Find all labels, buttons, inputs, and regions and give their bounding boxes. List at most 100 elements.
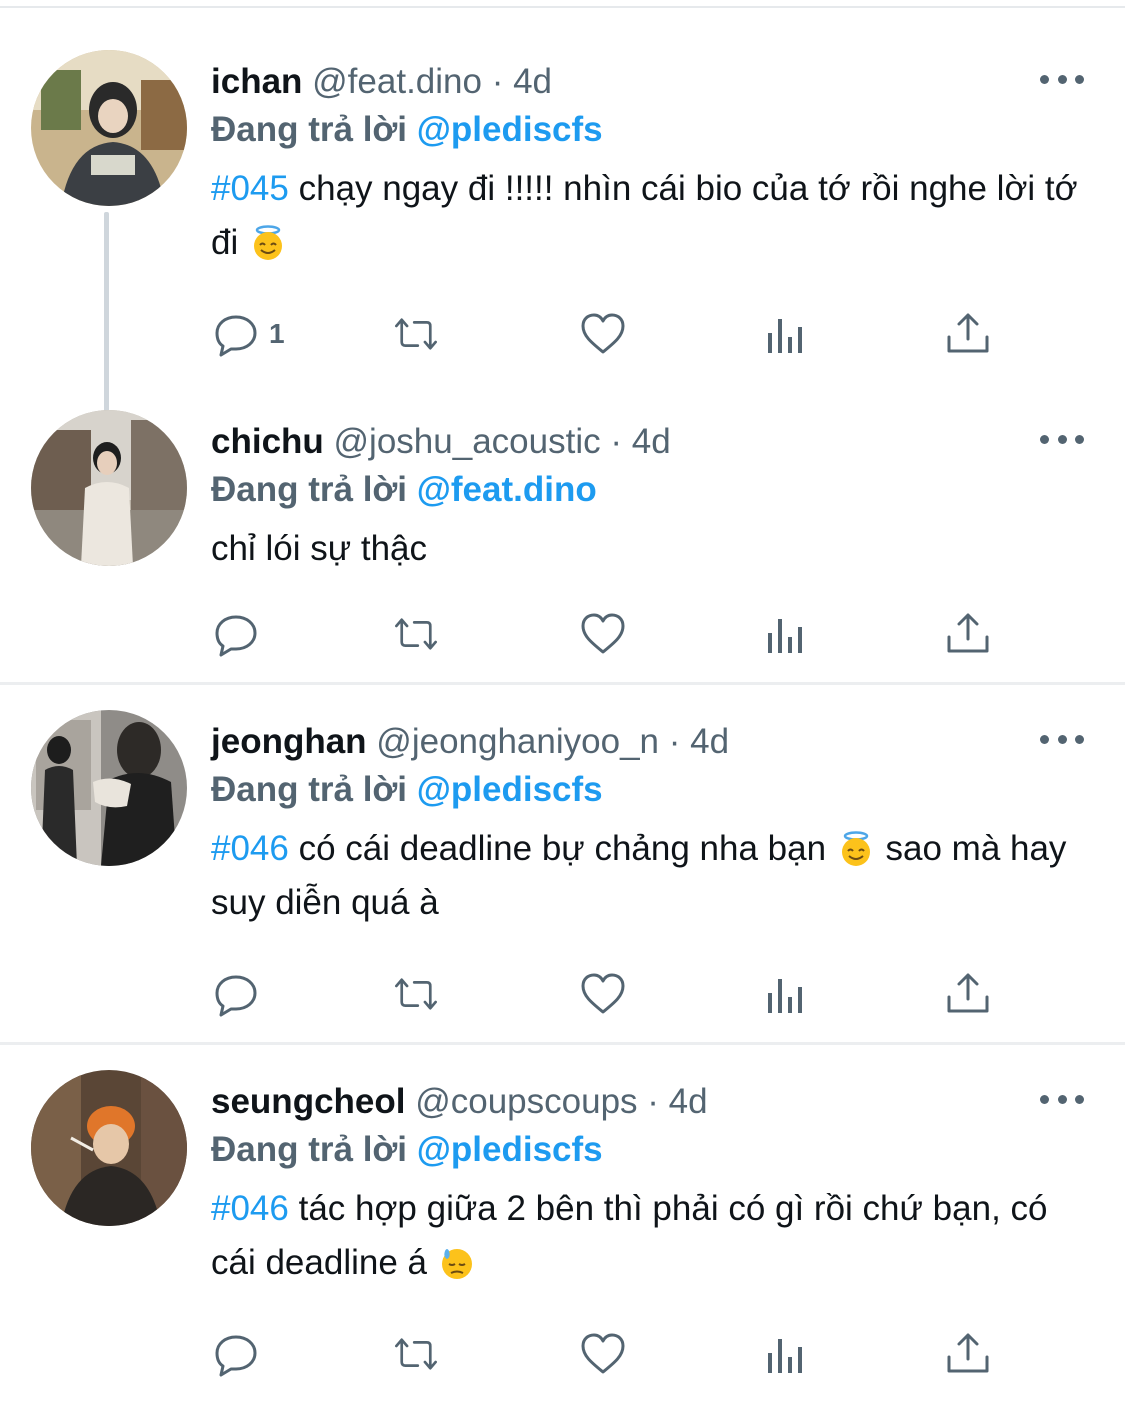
share-button[interactable] <box>943 1329 993 1379</box>
share-button[interactable] <box>943 969 993 1019</box>
top-border <box>0 0 1125 8</box>
share-icon <box>947 973 989 1013</box>
hashtag-link[interactable]: #046 <box>211 829 289 868</box>
avatar[interactable] <box>31 1070 187 1226</box>
like-button[interactable] <box>578 969 628 1019</box>
mention-link[interactable]: @plediscfs <box>417 110 603 149</box>
tweet-header: chichu @joshu_acoustic · 4d <box>211 420 671 464</box>
like-icon <box>581 1333 625 1374</box>
tweet-actions: 1 <box>211 309 1011 359</box>
separator: · <box>491 62 504 101</box>
reply-button[interactable] <box>211 1329 261 1379</box>
reply-icon <box>215 1335 257 1377</box>
reply-icon <box>215 315 257 357</box>
reply-button[interactable] <box>211 609 261 659</box>
tweet-divider <box>0 682 1125 685</box>
retweet-button[interactable] <box>391 309 441 359</box>
tweet[interactable]: jeonghan @jeonghaniyoo_n · 4d Đang trả l… <box>0 710 1125 1030</box>
replying-to-label: Đang trả lời <box>211 470 408 509</box>
like-icon <box>581 973 625 1014</box>
share-icon <box>947 1333 989 1373</box>
retweet-icon <box>395 978 437 1010</box>
like-button[interactable] <box>578 609 628 659</box>
more-icon[interactable] <box>1040 432 1084 446</box>
hashtag-link[interactable]: #045 <box>211 169 289 208</box>
reply-icon <box>215 615 257 657</box>
retweet-button[interactable] <box>391 1329 441 1379</box>
share-icon <box>947 613 989 653</box>
reply-button[interactable] <box>211 969 261 1019</box>
views-button[interactable] <box>763 309 813 359</box>
like-button[interactable] <box>578 309 628 359</box>
tweet-text-body: có cái deadline bự chảng nha bạn <box>288 829 836 868</box>
tweet-actions <box>211 969 1011 1019</box>
retweet-button[interactable] <box>391 609 441 659</box>
avatar[interactable] <box>31 410 187 566</box>
views-icon <box>768 319 802 353</box>
share-button[interactable] <box>943 609 993 659</box>
tweet-actions <box>211 1329 1011 1379</box>
display-name[interactable]: ichan <box>211 62 302 101</box>
replying-to-label: Đang trả lời <box>211 1130 408 1169</box>
replying-to: Đang trả lời @plediscfs <box>211 1128 603 1172</box>
views-icon <box>768 979 802 1013</box>
more-icon[interactable] <box>1040 1092 1084 1106</box>
like-button[interactable] <box>578 1329 628 1379</box>
tweet-text: #045 chạy ngay đi !!!!! nhìn cái bio của… <box>211 162 1091 270</box>
reply-count: 1 <box>269 318 285 349</box>
display-name[interactable]: jeonghan <box>211 722 367 761</box>
views-button[interactable] <box>763 609 813 659</box>
tweet-text: chỉ lói sự thậc <box>211 522 1091 576</box>
views-button[interactable] <box>763 969 813 1019</box>
retweet-icon <box>395 1338 437 1370</box>
separator: · <box>668 722 681 761</box>
timestamp[interactable]: 4d <box>690 722 729 761</box>
replying-to: Đang trả lời @plediscfs <box>211 768 603 812</box>
views-icon <box>768 619 802 653</box>
tweet-header: jeonghan @jeonghaniyoo_n · 4d <box>211 720 729 764</box>
tweet-text: #046 có cái deadline bự chảng nha bạn sa… <box>211 822 1091 930</box>
mention-link[interactable]: @feat.dino <box>417 470 597 509</box>
more-icon[interactable] <box>1040 72 1084 86</box>
hashtag-link[interactable]: #046 <box>211 1189 289 1228</box>
timestamp[interactable]: 4d <box>513 62 552 101</box>
mention-link[interactable]: @plediscfs <box>417 1130 603 1169</box>
retweet-icon <box>395 618 437 650</box>
user-handle[interactable]: @joshu_acoustic <box>334 422 601 461</box>
tweet-text-body: tác hợp giữa 2 bên thì phải có gì rồi ch… <box>211 1189 1048 1282</box>
tweet-text: #046 tác hợp giữa 2 bên thì phải có gì r… <box>211 1182 1091 1290</box>
timestamp[interactable]: 4d <box>669 1082 708 1121</box>
reply-icon <box>215 975 257 1017</box>
user-handle[interactable]: @jeonghaniyoo_n <box>376 722 659 761</box>
replying-to-label: Đang trả lời <box>211 770 408 809</box>
user-handle[interactable]: @feat.dino <box>312 62 482 101</box>
avatar[interactable] <box>31 50 187 206</box>
retweet-button[interactable] <box>391 969 441 1019</box>
replying-to: Đang trả lời @plediscfs <box>211 108 603 152</box>
timestamp[interactable]: 4d <box>632 422 671 461</box>
tweet-divider <box>0 1042 1125 1045</box>
display-name[interactable]: chichu <box>211 422 324 461</box>
reply-button[interactable]: 1 <box>211 309 285 359</box>
tweet-header: seungcheol @coupscoups · 4d <box>211 1080 708 1124</box>
user-handle[interactable]: @coupscoups <box>415 1082 637 1121</box>
avatar[interactable] <box>31 710 187 866</box>
display-name[interactable]: seungcheol <box>211 1082 405 1121</box>
smiling-face-with-halo-emoji <box>253 225 282 260</box>
tweet-header: ichan @feat.dino · 4d <box>211 60 552 104</box>
share-button[interactable] <box>943 309 993 359</box>
tweet[interactable]: chichu @joshu_acoustic · 4d Đang trả lời… <box>0 410 1125 670</box>
tweet-text-body: chạy ngay đi !!!!! nhìn cái bio của tớ r… <box>211 169 1078 262</box>
mention-link[interactable]: @plediscfs <box>417 770 603 809</box>
separator: · <box>647 1082 659 1121</box>
separator: · <box>610 422 622 461</box>
views-button[interactable] <box>763 1329 813 1379</box>
tweet[interactable]: ichan @feat.dino · 4d Đang trả lời @pled… <box>0 50 1125 380</box>
tweet[interactable]: seungcheol @coupscoups · 4d Đang trả lời… <box>0 1070 1125 1395</box>
more-icon[interactable] <box>1040 732 1084 746</box>
like-icon <box>581 313 625 354</box>
replying-to: Đang trả lời @feat.dino <box>211 468 597 512</box>
tweet-actions <box>211 609 1011 659</box>
views-icon <box>768 1339 802 1373</box>
retweet-icon <box>395 318 437 350</box>
